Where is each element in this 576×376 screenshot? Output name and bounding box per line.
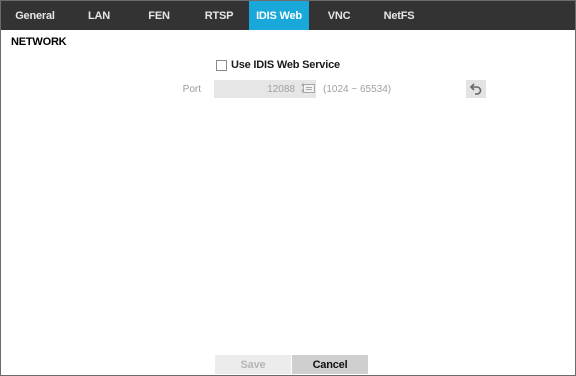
tab-vnc[interactable]: VNC [309,1,369,30]
port-value: 12088 [267,84,295,95]
tab-general[interactable]: General [1,1,69,30]
tab-idis-web[interactable]: IDIS Web [249,1,309,30]
tab-rtsp[interactable]: RTSP [189,1,249,30]
use-web-service-checkbox[interactable] [216,59,227,71]
port-range: (1024 ~ 65534) [323,84,392,95]
tab-fen[interactable]: FEN [129,1,189,30]
section-title: NETWORK [11,36,67,48]
save-button[interactable]: Save [215,355,291,374]
undo-button[interactable] [466,80,486,98]
use-web-service-row: Use IDIS Web Service [216,58,340,72]
use-web-service-label[interactable]: Use IDIS Web Service [231,59,340,71]
settings-window [0,0,576,376]
keyboard-icon[interactable] [303,84,315,93]
tab-bar: General LAN FEN RTSP IDIS Web VNC NetFS [1,1,575,30]
port-label: Port [182,84,201,95]
port-input[interactable]: 12088 ▲ ▼ [214,80,316,98]
cancel-button[interactable]: Cancel [292,355,368,374]
tab-netfs[interactable]: NetFS [369,1,429,30]
tab-lan[interactable]: LAN [69,1,129,30]
undo-arrow-icon [470,83,482,95]
